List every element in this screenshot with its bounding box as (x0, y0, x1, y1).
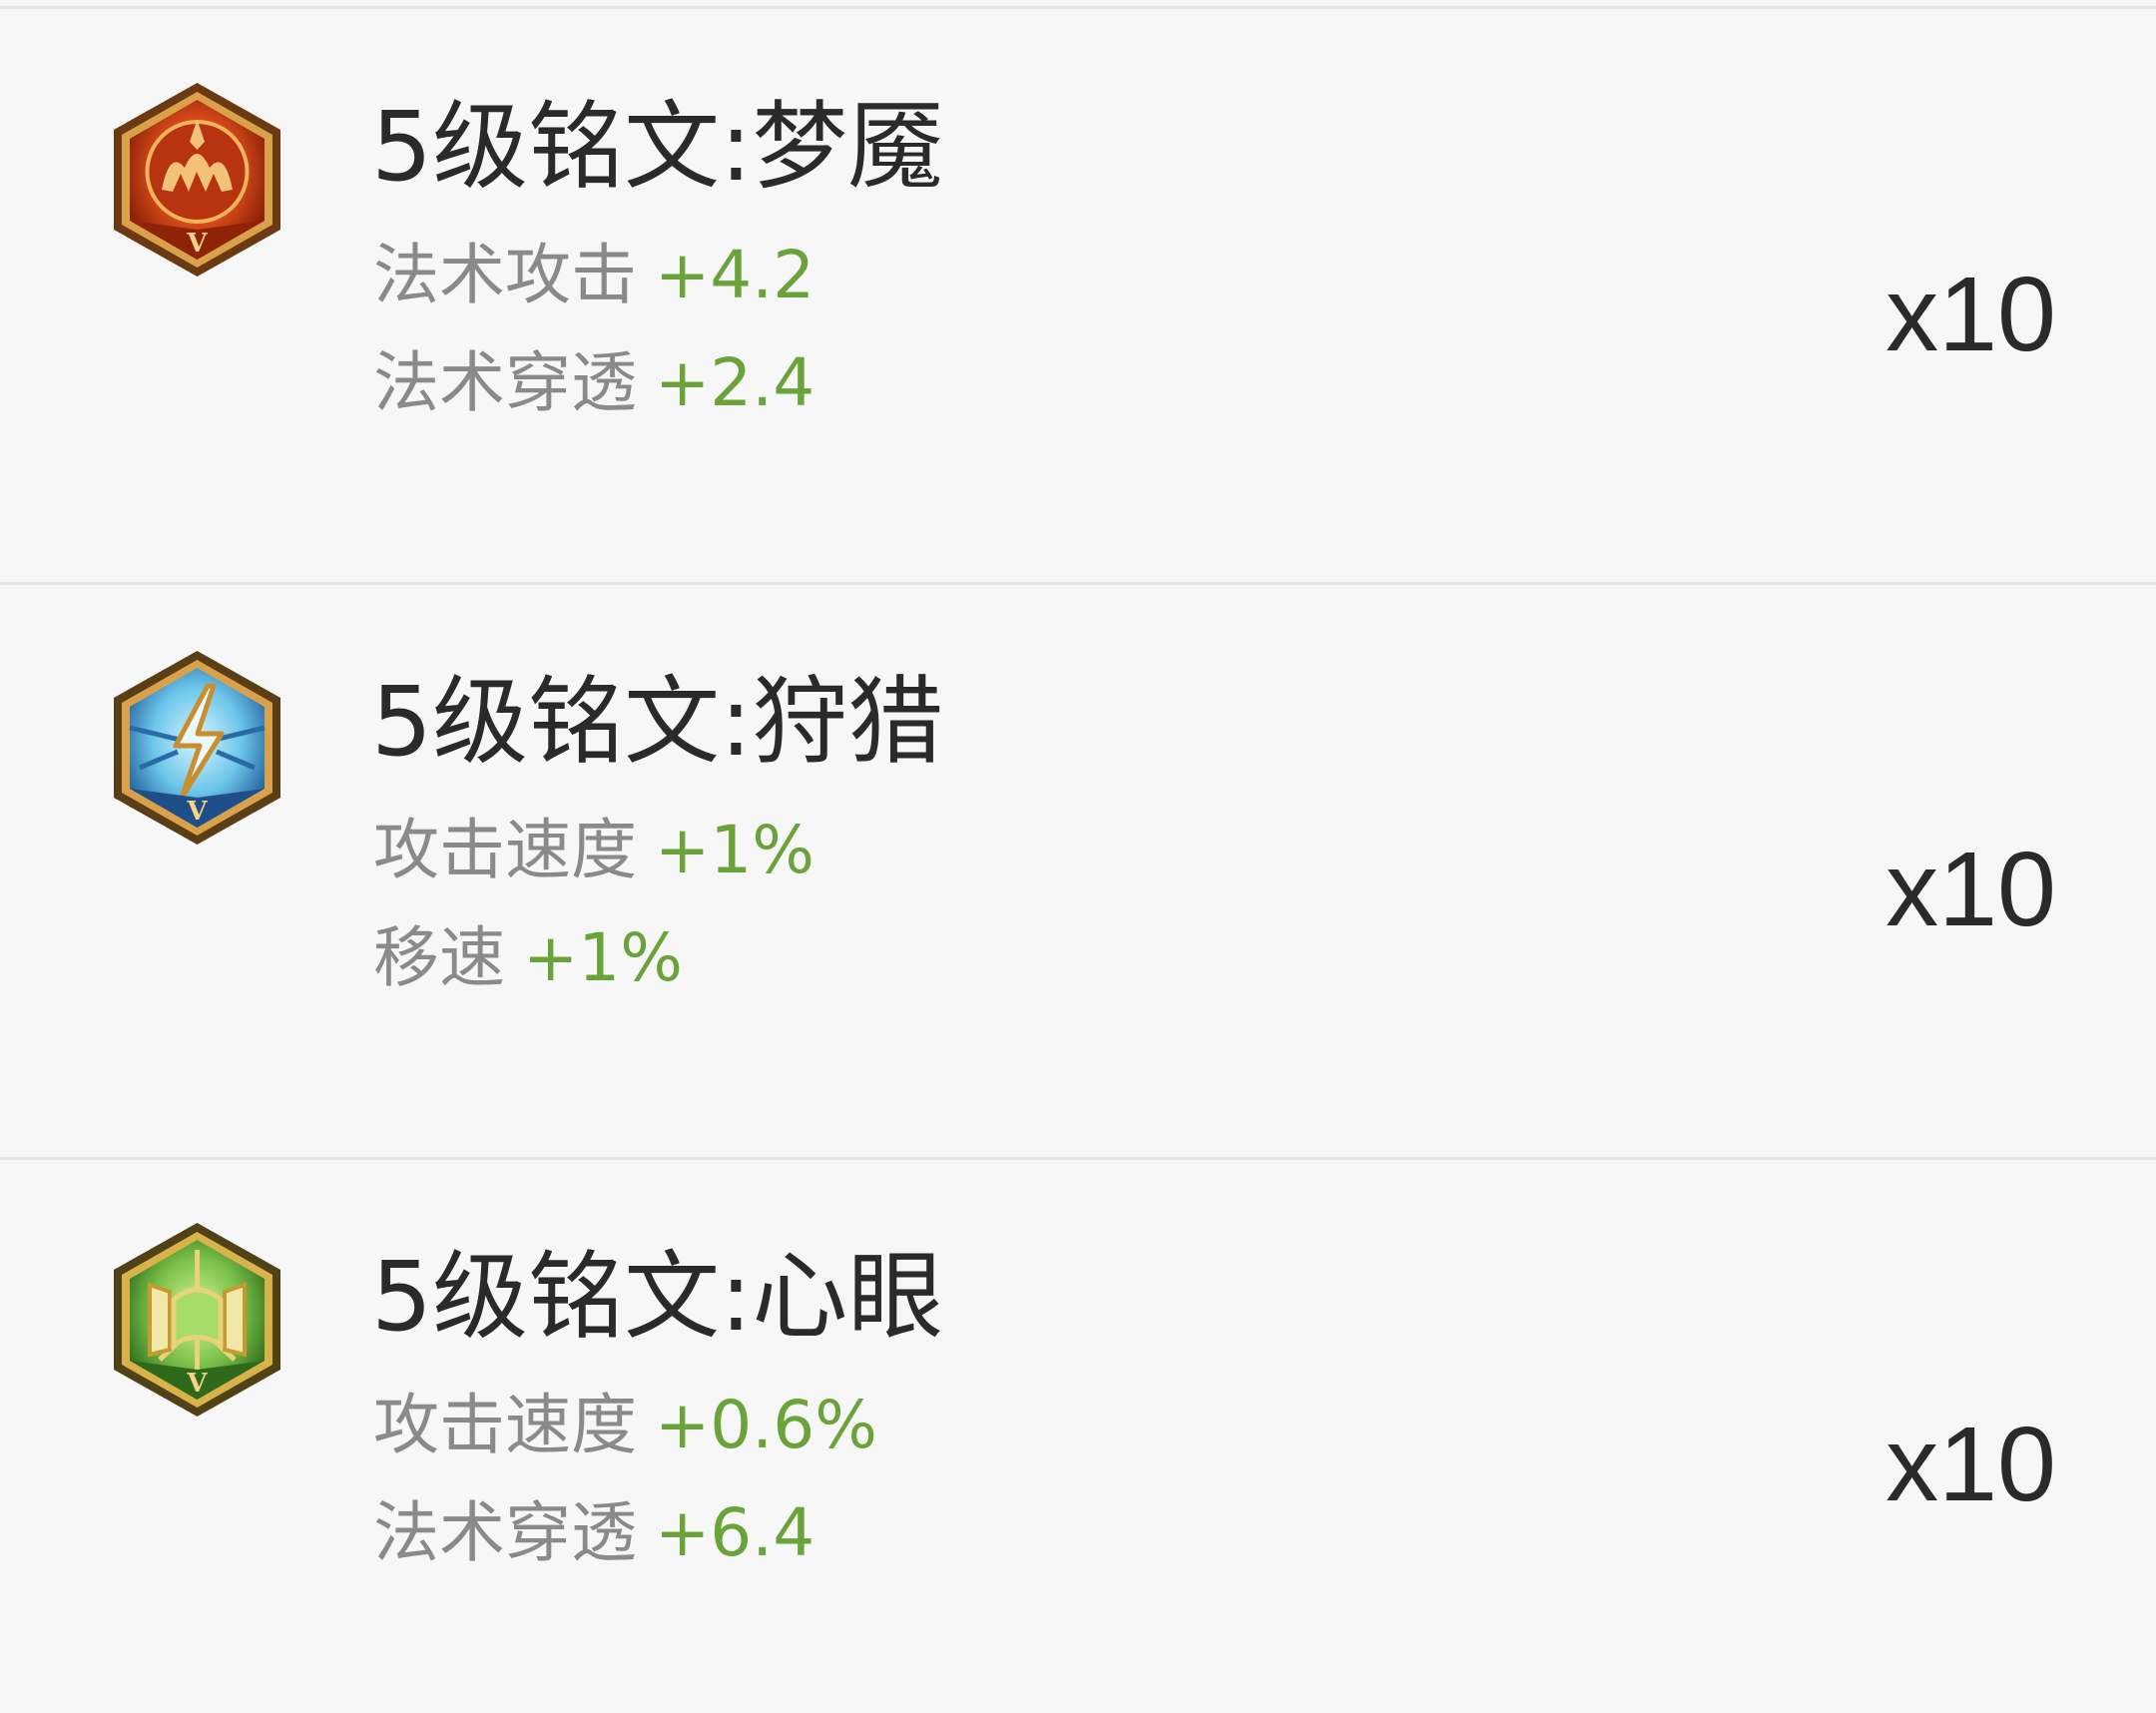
inscription-title: 5级铭文:狩猎 (371, 666, 944, 778)
nightmare-inscription-icon: V (110, 80, 284, 280)
inscription-row-hunt[interactable]: V 5级铭文:狩猎 攻击速度 +1% 移速 +1% x10 (0, 585, 2156, 1160)
stat-value: +1% (655, 812, 815, 888)
stat-line: 法术穿透 +6.4 (373, 1493, 814, 1573)
mind-eye-inscription-icon: V (110, 1220, 284, 1420)
svg-text:V: V (186, 797, 208, 827)
inscription-row-mind-eye[interactable]: V 5级铭文:心眼 攻击速度 +0.6% 法术穿透 +6.4 x10 (0, 1160, 2156, 1713)
inscription-count: x10 (1886, 831, 2056, 948)
stat-line: 移速 +1% (373, 918, 683, 998)
stat-name: 攻击速度 (373, 1387, 637, 1463)
inscription-title: 5级铭文:心眼 (371, 1241, 944, 1353)
stat-name: 法术穿透 (373, 1494, 637, 1571)
stat-line: 法术穿透 +2.4 (373, 343, 814, 423)
svg-text:V: V (186, 1369, 208, 1399)
stat-line: 攻击速度 +0.6% (373, 1386, 877, 1465)
svg-text:V: V (186, 229, 208, 259)
stat-line: 攻击速度 +1% (373, 811, 814, 890)
stat-value: +4.2 (655, 237, 815, 313)
stat-value: +6.4 (655, 1494, 815, 1571)
stat-name: 攻击速度 (373, 812, 637, 888)
stat-name: 法术穿透 (373, 344, 637, 421)
inscription-title: 5级铭文:梦魇 (371, 91, 944, 203)
stat-name: 移速 (373, 919, 505, 996)
inscription-count: x10 (1886, 256, 2056, 373)
stat-name: 法术攻击 (373, 237, 637, 313)
top-divider (0, 6, 2156, 9)
stat-value: +1% (523, 919, 684, 996)
hunt-inscription-icon: V (110, 648, 284, 848)
inscription-list: V 5级铭文:梦魇 法术攻击 +4.2 法术穿透 +2.4 x10 V 5级铭文… (0, 0, 2156, 1713)
inscription-count: x10 (1886, 1406, 2056, 1523)
inscription-row-nightmare[interactable]: V 5级铭文:梦魇 法术攻击 +4.2 法术穿透 +2.4 x10 (0, 10, 2156, 585)
stat-value: +2.4 (655, 344, 815, 421)
stat-line: 法术攻击 +4.2 (373, 236, 814, 315)
stat-value: +0.6% (655, 1387, 877, 1463)
